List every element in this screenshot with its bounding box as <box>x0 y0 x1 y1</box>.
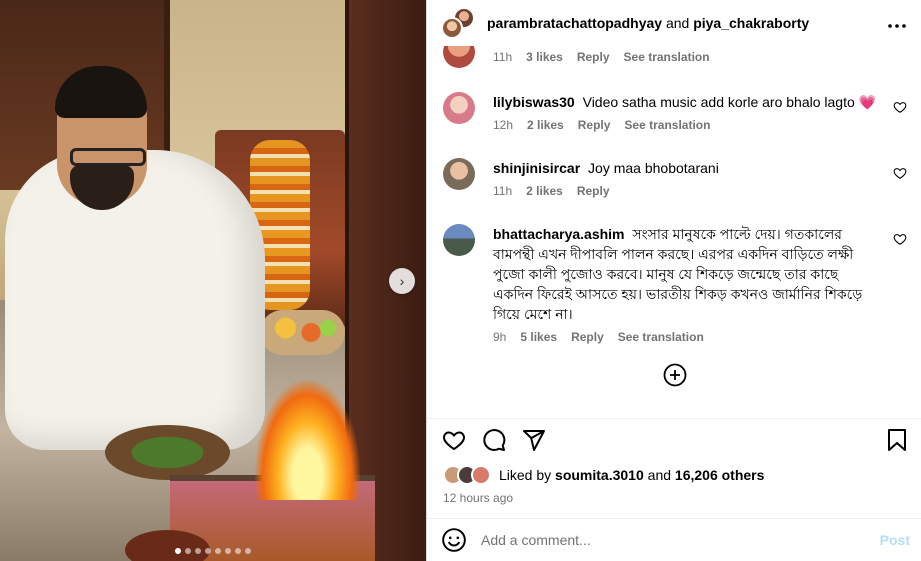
comment-meta: 11h 3 likes Reply See translation <box>493 50 878 64</box>
avatar[interactable] <box>443 158 475 190</box>
collab-avatars[interactable] <box>441 7 477 39</box>
author-link-2[interactable]: piya_chakraborty <box>693 15 809 31</box>
comment-meta: 9h 5 likes Reply See translation <box>493 330 878 344</box>
comment-text: shinjinisircar Joy maa bhobotarani <box>493 158 878 178</box>
comment-time: 11h <box>493 184 513 198</box>
comment-icon <box>483 429 506 452</box>
carousel-indicator <box>0 548 426 554</box>
comment-meta: 12h 2 likes Reply See translation <box>493 118 878 132</box>
heart-emoji: 💗 <box>858 94 877 110</box>
comment-username[interactable]: shinjinisircar <box>493 160 580 176</box>
comment-body: lilybiswas30 Video satha music add korle… <box>493 92 878 132</box>
author-and: and <box>665 15 690 31</box>
likes-summary: Liked by soumita.3010 and 16,206 others <box>443 465 764 485</box>
reply-button[interactable]: Reply <box>571 330 604 344</box>
comment-content: Video satha music add korle aro bhalo la… <box>582 94 855 110</box>
comment-meta: 11h 2 likes Reply <box>493 184 878 198</box>
post-actions: Liked by soumita.3010 and 16,206 others … <box>427 418 921 518</box>
comment-body: 11h 3 likes Reply See translation <box>493 50 878 64</box>
liked-by-user-link[interactable]: soumita.3010 <box>555 467 644 483</box>
comment-text: bhattacharya.ashim সংসার মানুষকে পাল্টে … <box>493 224 878 324</box>
comment-text: lilybiswas30 Video satha music add korle… <box>493 92 878 112</box>
see-translation-button[interactable]: See translation <box>624 118 710 132</box>
post-authors: parambratachattopadhyay and piya_chakrab… <box>487 15 809 31</box>
share-button[interactable] <box>521 427 547 453</box>
comment-input[interactable] <box>481 532 880 548</box>
carousel-next-button[interactable]: › <box>389 268 415 294</box>
send-icon <box>523 430 545 451</box>
like-comment-heart-icon[interactable] <box>893 166 907 180</box>
carousel-dot <box>205 548 211 554</box>
comments-list[interactable]: 11h 3 likes Reply See translation lilybi… <box>427 46 921 418</box>
action-icons <box>441 427 547 453</box>
more-options-button[interactable] <box>888 12 906 33</box>
heart-icon <box>443 431 465 451</box>
comment-username[interactable]: lilybiswas30 <box>493 94 575 110</box>
see-translation-button[interactable]: See translation <box>618 330 704 344</box>
like-comment-heart-icon[interactable] <box>893 100 907 114</box>
liker-avatars[interactable] <box>443 465 495 485</box>
reply-button[interactable]: Reply <box>578 118 611 132</box>
photo-fruit-plate <box>260 310 345 355</box>
post-timestamp[interactable]: 12 hours ago <box>443 491 513 505</box>
chevron-right-icon: › <box>399 273 405 289</box>
avatar[interactable] <box>443 92 475 124</box>
carousel-dot <box>225 548 231 554</box>
author-link-1[interactable]: parambratachattopadhyay <box>487 15 662 31</box>
comment-time: 12h <box>493 118 514 132</box>
avatar[interactable] <box>443 224 475 256</box>
carousel-dot <box>245 548 251 554</box>
comment-likes[interactable]: 2 likes <box>527 118 564 132</box>
photo-person <box>5 150 265 450</box>
like-button[interactable] <box>441 427 467 453</box>
liked-by-prefix: Liked by <box>499 467 552 483</box>
post-header: parambratachattopadhyay and piya_chakrab… <box>427 0 921 46</box>
liked-by-others-link[interactable]: 16,206 others <box>675 467 765 483</box>
comment-time: 11h <box>493 50 513 64</box>
photo-fire <box>255 380 360 500</box>
carousel-dot <box>235 548 241 554</box>
post-panel: parambratachattopadhyay and piya_chakrab… <box>426 0 921 561</box>
post-comment-button[interactable]: Post <box>880 532 910 548</box>
save-button[interactable] <box>884 427 910 453</box>
carousel-dot <box>215 548 221 554</box>
reply-button[interactable]: Reply <box>577 184 610 198</box>
like-comment-heart-icon[interactable] <box>893 232 907 246</box>
carousel-dot <box>195 548 201 554</box>
comment-likes[interactable]: 3 likes <box>526 50 563 64</box>
comment-time: 9h <box>493 330 507 344</box>
comment-body: bhattacharya.ashim সংসার মানুষকে পাল্টে … <box>493 224 878 344</box>
photo-leaf-plate <box>105 425 230 480</box>
avatar[interactable] <box>441 17 463 39</box>
avatar <box>471 465 491 485</box>
comment-body: shinjinisircar Joy maa bhobotarani 11h 2… <box>493 158 878 198</box>
comment-button[interactable] <box>481 427 507 453</box>
load-more-comments-icon[interactable] <box>663 363 687 387</box>
carousel-dot <box>175 548 181 554</box>
emoji-icon[interactable] <box>441 527 467 553</box>
comment-likes[interactable]: 5 likes <box>520 330 557 344</box>
comment-username[interactable]: bhattacharya.ashim <box>493 226 625 242</box>
bookmark-icon <box>888 429 906 451</box>
see-translation-button[interactable]: See translation <box>624 50 710 64</box>
comment-content: Joy maa bhobotarani <box>588 160 719 176</box>
photo-glasses <box>70 148 146 166</box>
comment-likes[interactable]: 2 likes <box>526 184 563 198</box>
liked-by-and: and <box>647 467 672 483</box>
avatar[interactable] <box>443 46 475 68</box>
carousel-dot <box>185 548 191 554</box>
more-horizontal-icon <box>888 24 906 28</box>
reply-button[interactable]: Reply <box>577 50 610 64</box>
add-comment-bar: Post <box>427 518 921 561</box>
post-image[interactable]: › <box>0 0 426 561</box>
